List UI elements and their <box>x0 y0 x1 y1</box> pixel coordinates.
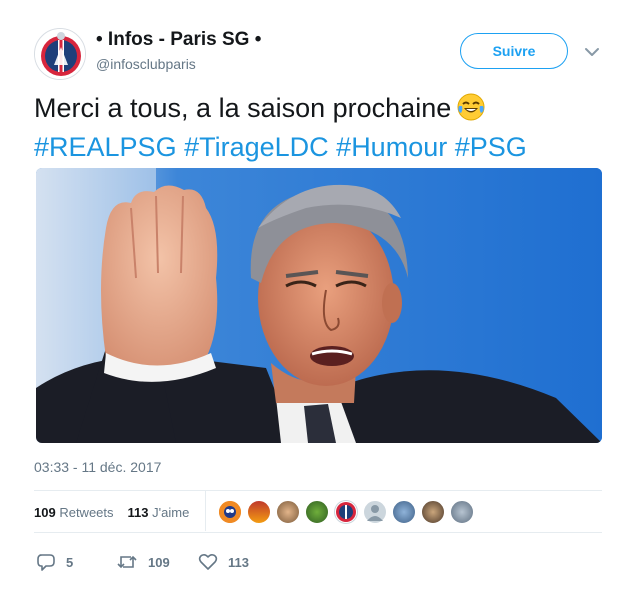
hashtag-link[interactable]: #Humour <box>336 132 447 162</box>
divider <box>34 490 602 491</box>
tweet-text: Merci a tous, a la saison prochaine #REA… <box>34 91 614 165</box>
tweet-text-body: Merci a tous, a la saison prochaine <box>34 93 452 123</box>
liker-avatar[interactable] <box>450 500 474 524</box>
retweet-icon <box>117 555 137 569</box>
liker-avatar[interactable] <box>305 500 329 524</box>
photo-image <box>36 168 602 443</box>
reply-count: 5 <box>66 554 74 570</box>
likes-count: 113 <box>127 505 149 520</box>
heart-icon <box>198 553 218 570</box>
author-name[interactable]: • Infos - Paris SG • <box>96 29 261 51</box>
chevron-down-icon[interactable] <box>583 43 601 61</box>
tweet-timestamp[interactable]: 03:33 - 11 déc. 2017 <box>34 459 161 475</box>
tweet-card: • Infos - Paris SG • @infosclubparis Sui… <box>0 0 640 611</box>
liker-avatar[interactable] <box>218 500 242 524</box>
liker-avatar[interactable] <box>363 500 387 524</box>
face-with-tears-of-joy-emoji-icon <box>457 93 485 130</box>
like-count: 113 <box>228 554 249 570</box>
hashtag-link[interactable]: #REALPSG <box>34 132 177 162</box>
liker-avatar[interactable] <box>334 500 358 524</box>
liker-avatar[interactable] <box>392 500 416 524</box>
likes-label: J'aime <box>152 505 190 520</box>
liker-avatar[interactable] <box>247 500 271 524</box>
divider <box>34 532 602 533</box>
retweet-count: 109 <box>148 554 170 570</box>
retweets-stat[interactable]: 109 Retweets <box>34 505 114 520</box>
liker-avatar[interactable] <box>421 500 445 524</box>
liker-avatar[interactable] <box>276 500 300 524</box>
follow-button[interactable]: Suivre <box>460 33 568 69</box>
tweet-stats: 109 Retweets 113 J'aime <box>34 505 189 520</box>
tweet-photo[interactable] <box>36 168 602 443</box>
author-handle[interactable]: @infosclubparis <box>96 56 196 72</box>
hashtag-link[interactable]: #TirageLDC <box>184 132 329 162</box>
reply-button[interactable]: 5 <box>36 551 73 573</box>
retweets-count: 109 <box>34 505 56 520</box>
retweets-label: Retweets <box>59 505 114 520</box>
retweet-button[interactable]: 109 <box>116 551 170 573</box>
likes-stat[interactable]: 113 J'aime <box>128 505 190 520</box>
divider <box>205 491 206 531</box>
reply-icon <box>37 554 55 571</box>
avatar[interactable] <box>34 28 86 80</box>
psg-crest-avatar-icon <box>35 29 85 79</box>
like-button[interactable]: 113 <box>198 551 249 573</box>
hashtag-link[interactable]: #PSG <box>455 132 527 162</box>
